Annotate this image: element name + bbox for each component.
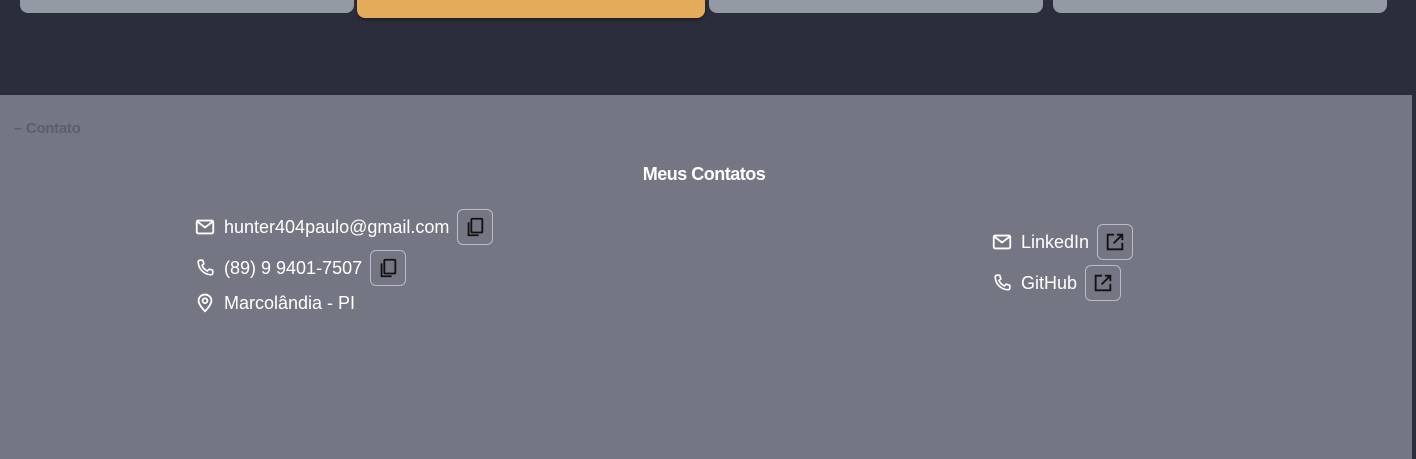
project-card-2-active[interactable] (357, 0, 705, 18)
link-linkedin-text: LinkedIn (1021, 231, 1090, 252)
link-linkedin-row: LinkedIn (990, 224, 1134, 260)
open-linkedin-button[interactable] (1097, 224, 1134, 260)
copy-email-button[interactable] (457, 209, 494, 245)
contact-email-text: hunter404paulo@gmail.com (224, 216, 450, 237)
copy-icon (468, 217, 484, 237)
project-card-3[interactable] (709, 0, 1043, 13)
contact-location-text: Marcolândia - PI (224, 292, 356, 313)
open-in-new-icon (1106, 233, 1124, 251)
open-github-button[interactable] (1085, 265, 1122, 301)
open-in-new-icon (1094, 274, 1112, 292)
contact-phone-text: (89) 9 9401-7507 (224, 257, 363, 278)
contact-section: – Contato Meus Contatos hunter404paulo@g… (0, 95, 1412, 459)
link-github-text: GitHub (1021, 272, 1078, 293)
project-card-1[interactable] (20, 0, 354, 13)
contact-email-row: hunter404paulo@gmail.com (193, 209, 494, 245)
contact-location-row: Marcolândia - PI (193, 291, 355, 315)
mail-icon (193, 215, 217, 239)
location-pin-icon (193, 291, 217, 315)
phone-icon (990, 271, 1014, 295)
page-edge-strip (1412, 0, 1416, 459)
mail-icon (990, 230, 1014, 254)
top-band (0, 0, 1416, 95)
section-title: Meus Contatos (642, 164, 766, 184)
copy-phone-button[interactable] (370, 250, 407, 286)
copy-icon (380, 258, 397, 278)
link-github-row: GitHub (990, 265, 1122, 301)
section-tag: – Contato (14, 120, 81, 137)
contact-phone-row: (89) 9 9401-7507 (193, 250, 407, 286)
phone-icon (193, 256, 217, 280)
project-card-4[interactable] (1053, 0, 1387, 13)
